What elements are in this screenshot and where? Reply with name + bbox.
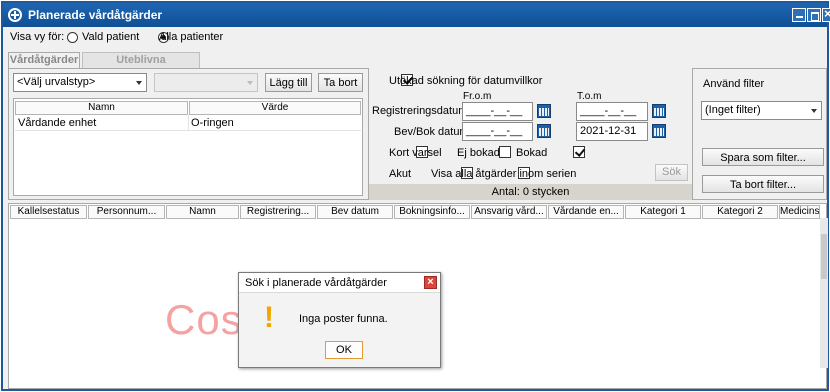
- close-window-button[interactable]: [822, 6, 830, 22]
- criteria-type-select[interactable]: <Välj urvalstyp>: [13, 73, 147, 92]
- col-bev-datum[interactable]: Bev datum: [317, 205, 393, 219]
- results-scrollbar[interactable]: [820, 218, 828, 368]
- criteria-header-name[interactable]: Namn: [15, 101, 188, 115]
- booked-label: Bokad: [516, 147, 548, 159]
- col-vardande-enhet[interactable]: Vårdande en...: [548, 205, 624, 219]
- tab-vardatgarder[interactable]: Vårdåtgärder: [8, 52, 80, 68]
- extended-search-label: Utökad sökning för datumvillkor: [389, 75, 543, 87]
- to-label: T.o.m: [577, 91, 602, 102]
- minimize-button[interactable]: [792, 8, 806, 22]
- from-label: Fr.o.m: [463, 91, 492, 102]
- col-bokningsinfo[interactable]: Bokningsinfo...: [394, 205, 470, 219]
- calendar-icon[interactable]: [652, 124, 666, 138]
- criteria-type-value: <Välj urvalstyp>: [17, 76, 96, 88]
- chevron-down-icon: [247, 81, 253, 85]
- calendar-icon[interactable]: [652, 104, 666, 118]
- title-bar: Planerade vårdåtgärder: [3, 3, 830, 27]
- reg-from-input[interactable]: ____-__-__: [462, 102, 533, 121]
- col-medicins[interactable]: Medicins: [779, 205, 820, 219]
- radio-selected-patient-label: Vald patient: [82, 31, 140, 43]
- remove-criteria-button[interactable]: Ta bort: [318, 73, 363, 92]
- saved-filter-select[interactable]: (Inget filter): [701, 101, 822, 120]
- app-cross-icon: [8, 8, 22, 22]
- col-ansvarig[interactable]: Ansvarig vård...: [471, 205, 547, 219]
- booking-date-label: Bev/Bok datum: [394, 126, 469, 138]
- ok-button[interactable]: OK: [325, 341, 363, 359]
- booking-from-input[interactable]: ____-__-__: [462, 122, 533, 141]
- save-filter-button[interactable]: Spara som filter...: [702, 148, 824, 166]
- col-personnummer[interactable]: Personnum...: [88, 205, 165, 219]
- calendar-icon[interactable]: [537, 124, 551, 138]
- col-registrering[interactable]: Registrering...: [240, 205, 316, 219]
- criteria-row-value: O-ringen: [191, 117, 234, 129]
- warning-icon: !: [264, 301, 274, 334]
- search-button[interactable]: Sök: [655, 164, 688, 181]
- window-title: Planerade vårdåtgärder: [28, 8, 163, 22]
- chevron-down-icon: [811, 109, 817, 113]
- saved-filter-value: (Inget filter): [705, 104, 761, 116]
- booked-checkbox[interactable]: [573, 146, 586, 158]
- dialog-title: Sök i planerade vårdåtgärder: [239, 273, 440, 293]
- radio-selected-patient[interactable]: [67, 32, 78, 43]
- show-all-label: Visa alla åtgärder inom serien: [431, 168, 577, 180]
- maximize-button[interactable]: [807, 8, 821, 22]
- dialog-message: Inga poster funna.: [299, 313, 388, 325]
- view-label: Visa vy för:: [10, 31, 65, 43]
- radio-all-patients-label: Alla patienter: [159, 31, 224, 43]
- column-divider: [188, 115, 189, 131]
- add-criteria-button[interactable]: Lägg till: [265, 73, 312, 92]
- col-kallelsestatus[interactable]: Kallelsestatus: [10, 205, 87, 219]
- message-dialog: Sök i planerade vårdåtgärder × ! Inga po…: [238, 272, 441, 368]
- result-count: Antal: 0 stycken: [369, 184, 692, 200]
- booking-to-input[interactable]: 2021-12-31: [576, 122, 648, 141]
- reg-date-label: Registreringsdatum: [372, 105, 468, 117]
- scrollbar-thumb[interactable]: [821, 234, 827, 279]
- dialog-close-icon[interactable]: ×: [424, 276, 437, 289]
- calendar-icon[interactable]: [537, 104, 551, 118]
- criteria-row-name: Vårdande enhet: [18, 117, 97, 129]
- not-booked-label: Ej bokad: [457, 147, 500, 159]
- col-kategori-1[interactable]: Kategori 1: [625, 205, 701, 219]
- acute-label: Akut: [389, 168, 412, 180]
- criteria-value-select[interactable]: [154, 73, 258, 92]
- remove-filter-button[interactable]: Ta bort filter...: [702, 175, 824, 193]
- criteria-header-value[interactable]: Värde: [189, 101, 361, 115]
- reg-to-input[interactable]: ____-__-__: [576, 102, 648, 121]
- col-namn[interactable]: Namn: [166, 205, 239, 219]
- use-filter-label: Använd filter: [703, 78, 765, 90]
- short-notice-label: Kort varsel: [389, 147, 442, 159]
- chevron-down-icon: [136, 81, 142, 85]
- tab-uteblivna[interactable]: Uteblivna vårdkontakter: [82, 52, 200, 81]
- not-booked-checkbox[interactable]: [499, 146, 512, 158]
- col-kategori-2[interactable]: Kategori 2: [702, 205, 778, 219]
